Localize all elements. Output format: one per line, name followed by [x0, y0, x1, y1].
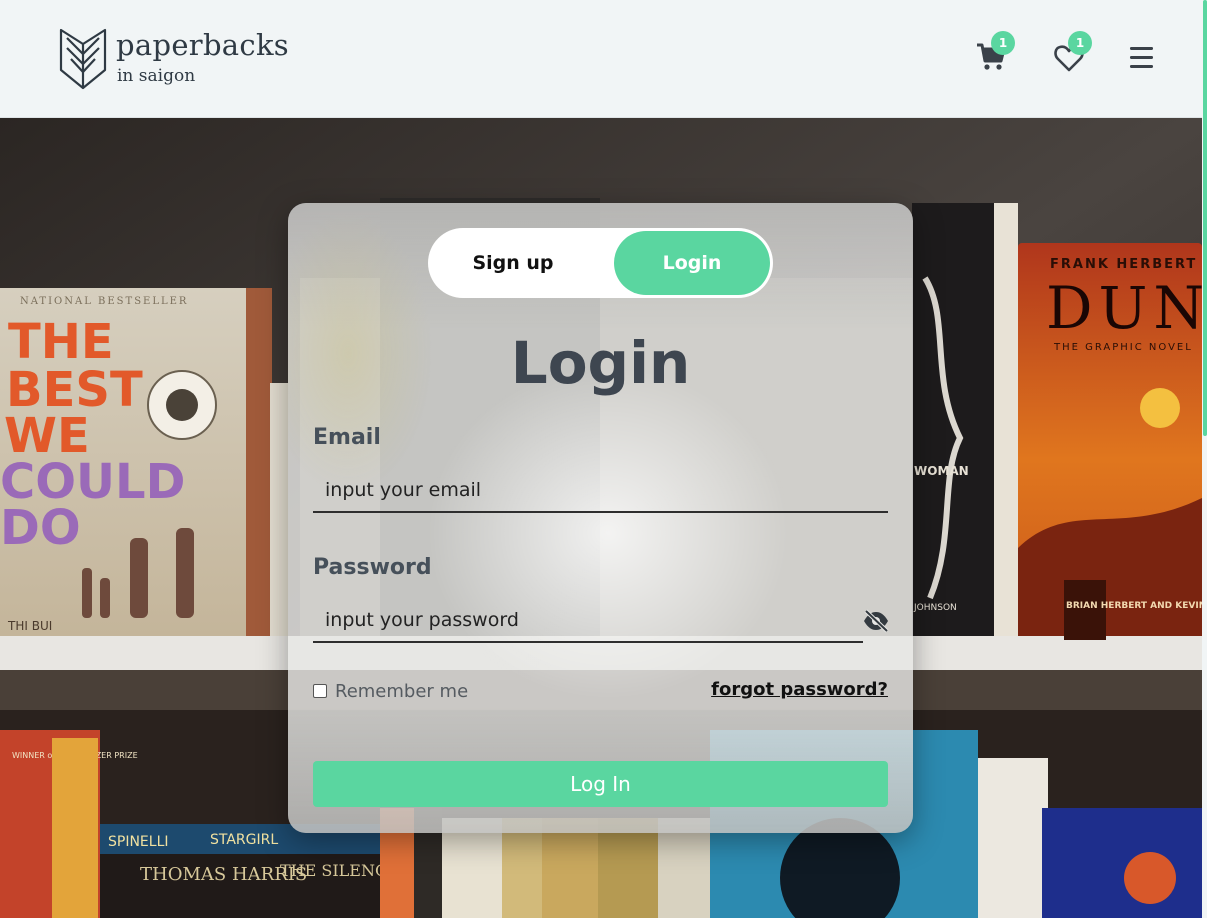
password-label: Password	[313, 555, 432, 580]
remember-me-checkbox[interactable]	[313, 684, 327, 698]
password-field[interactable]: input your password	[313, 599, 863, 643]
password-field-value: input your password	[325, 609, 519, 631]
svg-text:DO: DO	[0, 500, 81, 556]
brand-name: paperbacks	[116, 28, 289, 62]
page-scrollbar[interactable]	[1202, 0, 1207, 918]
forgot-password-link[interactable]: forgot password?	[711, 679, 888, 700]
cart-button[interactable]: 1	[975, 31, 1015, 76]
wishlist-button[interactable]: 1	[1054, 31, 1092, 76]
svg-text:FRANK HERBERT: FRANK HERBERT	[1050, 257, 1197, 272]
tab-sign-up[interactable]: Sign up	[432, 231, 594, 295]
remember-me[interactable]: Remember me	[313, 679, 468, 703]
svg-text:WOMAN: WOMAN	[914, 464, 969, 478]
remember-me-label: Remember me	[335, 680, 469, 702]
tab-login[interactable]: Login	[614, 231, 770, 295]
brand-tagline: in saigon	[117, 66, 196, 86]
svg-text:THI BUI: THI BUI	[7, 619, 52, 633]
book-best-we-could-do: NATIONAL BESTSELLER THE BEST WE COULD DO…	[0, 288, 288, 636]
email-field[interactable]: input your email	[313, 469, 888, 513]
password-visibility-toggle[interactable]	[862, 609, 890, 633]
email-label: Email	[313, 425, 381, 450]
login-submit-button[interactable]: Log In	[313, 761, 888, 807]
wishlist-count-badge: 1	[1068, 31, 1092, 55]
login-card: Sign up Login Login Email input your ema…	[288, 203, 913, 833]
scrollbar-thumb[interactable]	[1203, 0, 1207, 436]
site-header: paperbacks in saigon 1 1	[0, 0, 1202, 118]
book-dune: FRANK HERBERT DUNE THE GRAPHIC NOVEL BRI…	[1018, 243, 1202, 640]
page-title: Login	[510, 329, 691, 397]
site-logo[interactable]: paperbacks in saigon	[58, 26, 298, 92]
hamburger-menu-icon	[1130, 47, 1153, 68]
svg-text:BRIAN HERBERT AND KEVIN J. AND: BRIAN HERBERT AND KEVIN J. ANDERSON · IL…	[1066, 599, 1202, 611]
book-logo-icon	[59, 28, 107, 90]
svg-text:DUNE: DUNE	[1046, 274, 1202, 342]
svg-text:JOHNSON: JOHNSON	[913, 603, 957, 613]
svg-text:STARGIRL: STARGIRL	[210, 832, 278, 848]
menu-button[interactable]	[1128, 40, 1164, 76]
email-field-value: input your email	[325, 479, 482, 501]
svg-text:THE GRAPHIC NOVEL: THE GRAPHIC NOVEL	[1053, 342, 1193, 353]
cart-count-badge: 1	[991, 31, 1015, 55]
auth-toggle: Sign up Login	[428, 228, 773, 298]
eye-slash-icon	[864, 609, 889, 633]
svg-text:NATIONAL BESTSELLER: NATIONAL BESTSELLER	[20, 296, 188, 307]
svg-text:SPINELLI: SPINELLI	[108, 834, 169, 850]
